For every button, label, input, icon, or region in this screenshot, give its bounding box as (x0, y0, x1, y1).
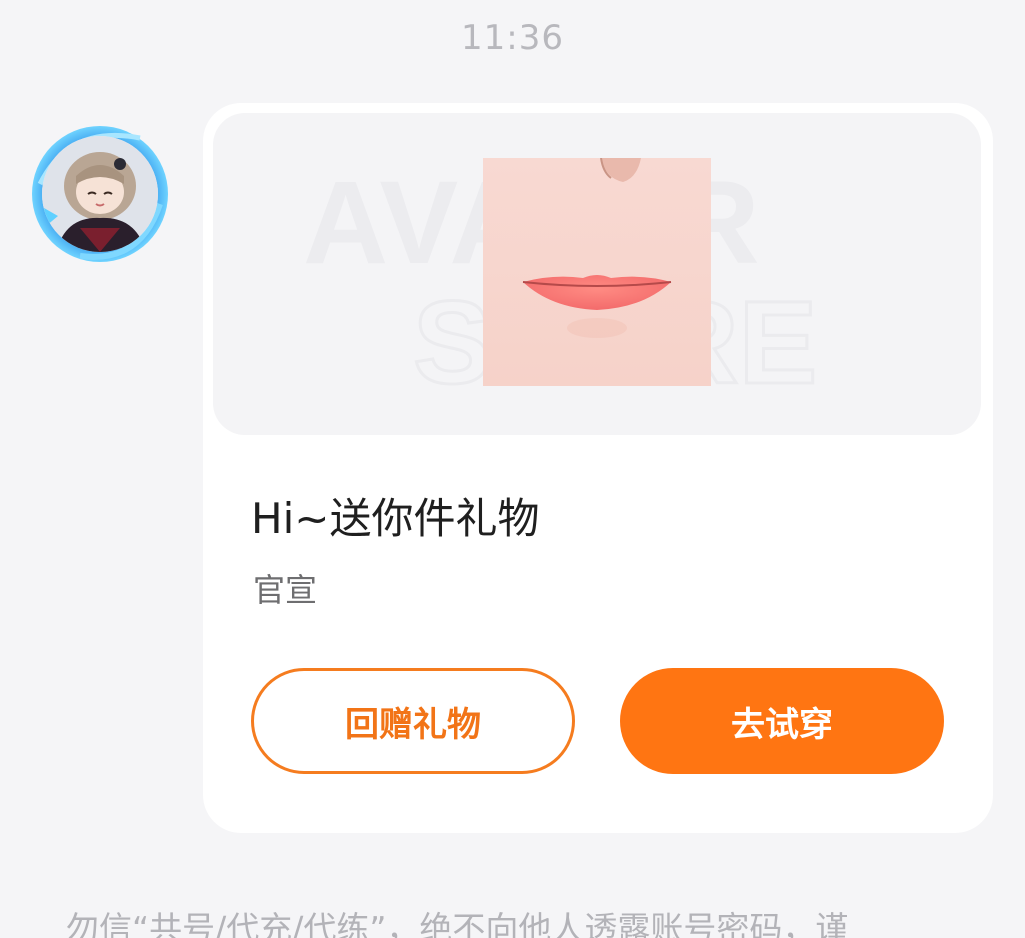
try-on-button[interactable]: 去试穿 (620, 668, 944, 774)
gift-message-card[interactable]: AVATAR STORE (203, 103, 993, 833)
anime-character-avatar-icon (32, 126, 168, 262)
face-lips-item-icon (483, 158, 711, 386)
gift-banner: AVATAR STORE (213, 113, 981, 435)
gift-card-title: Hi~送你件礼物 (251, 494, 540, 543)
chat-screen: 11:36 Hi~送你件礼物 官宣 回赠礼物 去试穿 勿信“共号/代充/代练”，… (0, 0, 1025, 938)
return-gift-button[interactable]: 回赠礼物 (251, 668, 575, 774)
gift-card-subtitle: 官宣 (253, 571, 318, 609)
message-timestamp: 11:36 (461, 18, 564, 58)
sender-avatar[interactable] (30, 124, 170, 264)
safety-notice: 勿信“共号/代充/代练”，绝不向他人透露账号密码，谨 (66, 909, 849, 938)
